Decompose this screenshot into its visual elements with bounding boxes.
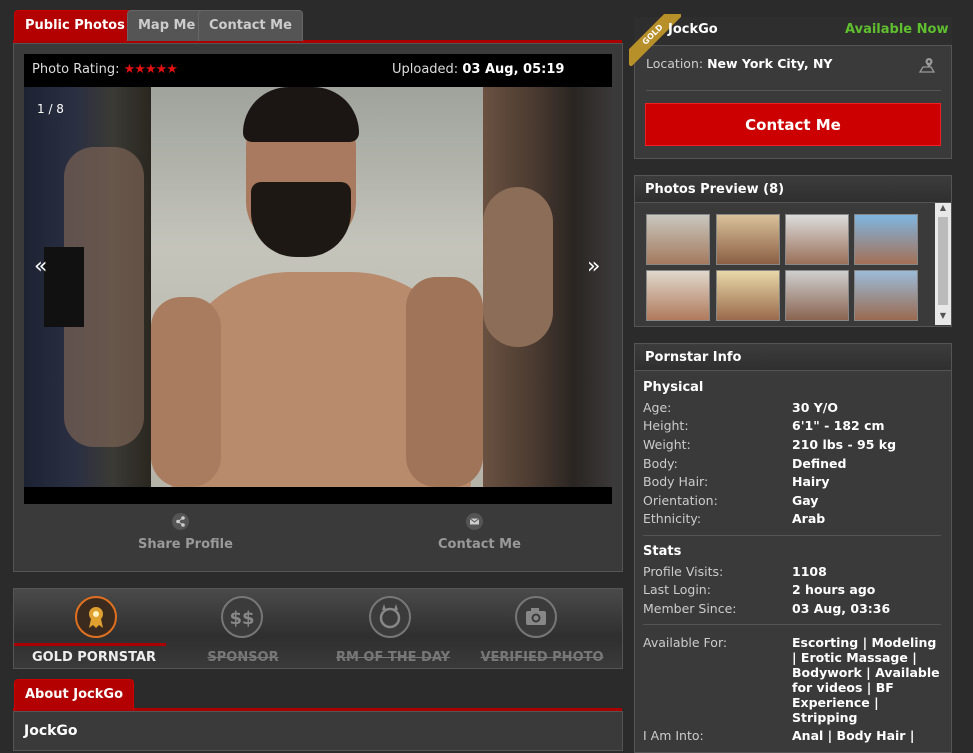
age-label: Age: [643, 400, 672, 415]
available-for-line: | Erotic Massage | [792, 650, 917, 665]
photo-thumbnail[interactable] [716, 214, 780, 265]
weight-value: 210 lbs - 95 kg [792, 437, 897, 452]
photo-thumbnail[interactable] [716, 270, 780, 321]
last-login-value: 2 hours ago [792, 582, 876, 597]
available-for-label: Available For: [643, 635, 728, 650]
upload-info: Uploaded: 03 Aug, 05:19 [392, 62, 564, 77]
share-icon[interactable] [172, 513, 189, 530]
available-for-line: Escorting | Modeling [792, 635, 937, 650]
devil-icon[interactable] [369, 596, 411, 638]
badge-sponsor-label: SPONSOR [207, 650, 279, 665]
orientation-label: Orientation: [643, 493, 718, 508]
photo-thumbnail[interactable] [785, 214, 849, 265]
tab-contact-me[interactable]: Contact Me [198, 10, 303, 41]
body-label: Body: [643, 456, 678, 471]
height-value: 6'1" - 182 cm [792, 418, 885, 433]
badge-gold-pornstar-label: GOLD PORNSTAR [31, 650, 157, 665]
available-for-line: Bodywork | Available [792, 665, 940, 680]
photo-rating: Photo Rating: ★★★★★ [32, 62, 178, 77]
photo-counter: 1 / 8 [37, 102, 64, 116]
ethnicity-value: Arab [792, 511, 826, 526]
member-since-value: 03 Aug, 03:36 [792, 601, 891, 616]
into-label: I Am Into: [643, 728, 704, 743]
badge-rm-of-the-day-label: RM OF THE DAY [335, 650, 451, 665]
physical-title: Physical [643, 380, 704, 395]
stats-title: Stats [643, 544, 682, 559]
location: Location: New York City, NY [646, 56, 832, 71]
about-panel [13, 711, 623, 751]
weight-label: Weight: [643, 437, 691, 452]
photo-thumbnail[interactable] [785, 270, 849, 321]
photo-thumbnail[interactable] [646, 270, 710, 321]
body-hair-value: Hairy [792, 474, 830, 489]
medal-icon[interactable] [75, 596, 117, 638]
profile-name: JockGo [668, 22, 718, 37]
location-label: Location: [646, 56, 704, 71]
info-divider [643, 535, 941, 536]
svg-text:$$: $$ [229, 608, 254, 629]
prev-photo-image[interactable] [24, 87, 151, 487]
rating-stars[interactable]: ★★★★★ [124, 62, 178, 77]
profile-visits-label: Profile Visits: [643, 564, 724, 579]
orientation-value: Gay [792, 493, 819, 508]
location-value: New York City, NY [707, 56, 833, 71]
photo-thumbnail[interactable] [854, 270, 918, 321]
about-name: JockGo [24, 723, 78, 739]
badge-verified-photo-label: VERIFIED PHOTO [480, 650, 604, 665]
thumbnails-scrollbar[interactable]: ▲ ▼ [935, 203, 951, 325]
photos-preview-title: Photos Preview (8) [634, 175, 952, 203]
available-for-line: for videos | BF [792, 680, 894, 695]
available-for-line: Stripping [792, 710, 858, 725]
map-pin-icon[interactable] [918, 56, 936, 74]
member-since-label: Member Since: [643, 601, 737, 616]
badge-active-underline [14, 643, 166, 646]
scroll-up-icon[interactable]: ▲ [935, 203, 951, 215]
main-photo-image[interactable] [151, 87, 483, 487]
scroll-down-icon[interactable]: ▼ [935, 311, 951, 323]
ethnicity-label: Ethnicity: [643, 511, 702, 526]
info-divider [643, 624, 941, 625]
uploaded-value: 03 Aug, 05:19 [462, 62, 565, 77]
contact-me-button[interactable]: Contact Me [645, 103, 941, 146]
height-label: Height: [643, 418, 689, 433]
share-profile-link[interactable]: Share Profile [138, 537, 233, 552]
next-arrow-icon[interactable]: » [587, 254, 600, 279]
dollar-icon[interactable]: $$ [221, 596, 263, 638]
body-hair-label: Body Hair: [643, 474, 709, 489]
photo-viewer: Photo Rating: ★★★★★ Uploaded: 03 Aug, 05… [24, 54, 612, 504]
contact-me-link[interactable]: Contact Me [438, 537, 521, 552]
tab-about[interactable]: About JockGo [14, 679, 135, 710]
photo-thumbnail[interactable] [854, 214, 918, 265]
body-value: Defined [792, 456, 847, 471]
available-for-line: Experience | [792, 695, 879, 710]
profile-visits-value: 1108 [792, 564, 827, 579]
prev-arrow-icon[interactable]: « [34, 254, 47, 279]
scrollbar-thumb[interactable] [938, 217, 948, 305]
camera-icon[interactable] [515, 596, 557, 638]
into-value: Anal | Body Hair | [792, 728, 915, 743]
profile-divider [646, 90, 941, 91]
photo-thumbnail[interactable] [646, 214, 710, 265]
age-value: 30 Y/O [792, 400, 838, 415]
next-photo-image[interactable] [483, 87, 612, 487]
envelope-icon[interactable] [466, 513, 483, 530]
tab-map-me[interactable]: Map Me [127, 10, 207, 41]
last-login-label: Last Login: [643, 582, 711, 597]
availability-status: Available Now [845, 22, 949, 37]
tab-public-photos[interactable]: Public Photos [14, 10, 136, 41]
info-title: Pornstar Info [634, 343, 952, 371]
uploaded-label: Uploaded: [392, 62, 459, 77]
photo-rating-label: Photo Rating: [32, 62, 120, 77]
